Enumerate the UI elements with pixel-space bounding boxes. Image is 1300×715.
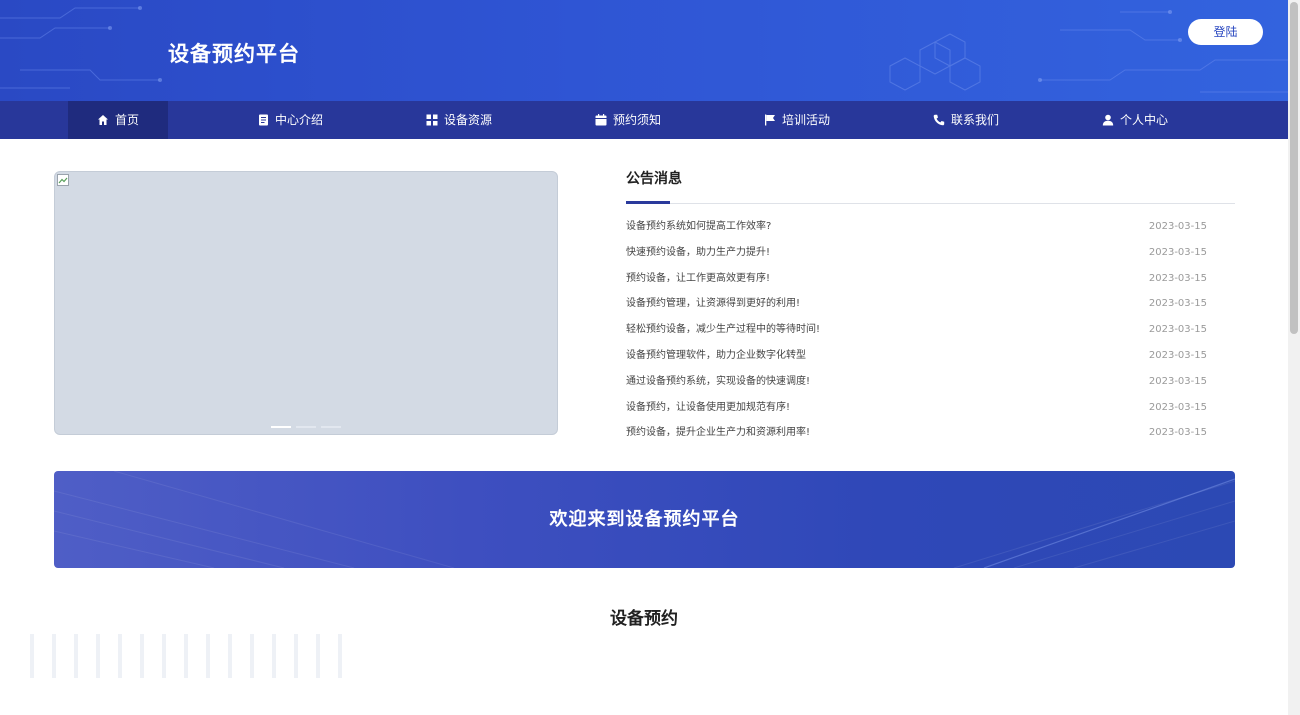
user-icon xyxy=(1102,114,1114,126)
list-item[interactable]: 通过设备预约系统，实现设备的快速调度! 2023-03-15 xyxy=(626,369,1235,395)
notice-panel: 公告消息 设备预约系统如何提高工作效率? 2023-03-15 快速预约设备，助… xyxy=(626,167,1235,446)
nav-item-home[interactable]: 首页 xyxy=(68,101,168,139)
flag-icon xyxy=(765,114,775,126)
nav-item-device-resources[interactable]: 设备资源 xyxy=(426,101,492,139)
nav-item-label: 培训活动 xyxy=(782,113,831,127)
notice-item-date: 2023-03-15 xyxy=(1148,246,1207,258)
list-item[interactable]: 设备预约，让设备使用更加规范有序! 2023-03-15 xyxy=(626,395,1235,421)
nav-item-label: 中心介绍 xyxy=(275,113,324,127)
carousel-dot[interactable] xyxy=(271,426,291,428)
carousel-indicators xyxy=(271,426,341,428)
welcome-banner: 欢迎来到设备预约平台 xyxy=(54,471,1235,568)
list-item[interactable]: 快速预约设备，助力生产力提升! 2023-03-15 xyxy=(626,240,1235,266)
notice-item-date: 2023-03-15 xyxy=(1148,401,1207,413)
nav-item-training[interactable]: 培训活动 xyxy=(764,101,830,139)
nav-item-booking-notice[interactable]: 预约须知 xyxy=(595,101,661,139)
notice-item-title: 设备预约系统如何提高工作效率? xyxy=(626,221,772,232)
site-header: 设备预约平台 登陆 xyxy=(0,0,1288,101)
grid-icon xyxy=(426,114,438,126)
nav-item-center-intro[interactable]: 中心介绍 xyxy=(258,101,323,139)
notice-item-title: 快速预约设备，助力生产力提升! xyxy=(626,246,771,258)
notice-title: 公告消息 xyxy=(626,171,682,187)
notice-item-title: 设备预约管理软件，助力企业数字化转型 xyxy=(626,349,806,361)
notice-item-title: 通过设备预约系统，实现设备的快速调度! xyxy=(626,375,811,387)
nav-item-label: 首页 xyxy=(114,113,139,127)
notice-item-date: 2023-03-15 xyxy=(1148,298,1207,310)
scrollbar-thumb[interactable] xyxy=(1290,2,1298,334)
image-carousel[interactable] xyxy=(54,171,558,435)
notice-title-underline xyxy=(626,201,670,204)
login-button[interactable]: 登陆 xyxy=(1188,19,1263,45)
nav-item-label: 预约须知 xyxy=(613,113,662,127)
notice-item-date: 2023-03-15 xyxy=(1148,221,1207,232)
welcome-text: 欢迎来到设备预约平台 xyxy=(549,509,740,530)
notice-divider xyxy=(626,191,1235,204)
nav-item-personal-center[interactable]: 个人中心 xyxy=(1102,101,1168,139)
list-item[interactable]: 设备预约系统如何提高工作效率? 2023-03-15 xyxy=(626,214,1235,240)
list-item[interactable]: 轻松预约设备，减少生产过程中的等待时间! 2023-03-15 xyxy=(626,317,1235,343)
notice-item-title: 设备预约，让设备使用更加规范有序! xyxy=(626,401,791,413)
home-icon xyxy=(97,115,108,125)
page-scrollbar[interactable] xyxy=(1288,0,1300,715)
nav-item-contact[interactable]: 联系我们 xyxy=(933,101,999,139)
nav-item-label: 联系我们 xyxy=(951,113,1000,127)
broken-image-icon xyxy=(57,174,69,186)
background-pattern xyxy=(30,634,342,678)
site-title: 设备预约平台 xyxy=(168,42,300,66)
list-item[interactable]: 预约设备，让工作更高效更有序! 2023-03-15 xyxy=(626,266,1235,292)
notice-list: 设备预约系统如何提高工作效率? 2023-03-15 快速预约设备，助力生产力提… xyxy=(626,214,1235,446)
carousel-dot[interactable] xyxy=(296,426,316,428)
nav-item-label: 设备资源 xyxy=(444,113,493,127)
notice-item-date: 2023-03-15 xyxy=(1148,324,1207,336)
notice-item-date: 2023-03-15 xyxy=(1148,375,1207,387)
calendar-icon xyxy=(595,114,607,126)
notice-item-title: 预约设备，让工作更高效更有序! xyxy=(626,272,771,284)
phone-icon xyxy=(933,114,945,126)
notice-item-date: 2023-03-15 xyxy=(1148,349,1207,361)
document-icon xyxy=(259,114,268,126)
list-item[interactable]: 设备预约管理软件，助力企业数字化转型 2023-03-15 xyxy=(626,343,1235,369)
section-title: 设备预约 xyxy=(610,609,678,629)
notice-item-title: 轻松预约设备，减少生产过程中的等待时间! xyxy=(626,324,821,336)
notice-item-date: 2023-03-15 xyxy=(1148,272,1207,284)
list-item[interactable]: 设备预约管理，让资源得到更好的利用! 2023-03-15 xyxy=(626,291,1235,317)
main-nav: 首页 中心介绍 设备资源 预约须知 培训活动 联系我们 个人中心 xyxy=(0,101,1288,139)
notice-item-title: 设备预约管理，让资源得到更好的利用! xyxy=(626,298,801,310)
nav-item-label: 个人中心 xyxy=(1120,113,1169,127)
notice-item-title: 预约设备，提升企业生产力和资源利用率! xyxy=(626,427,811,439)
notice-item-date: 2023-03-15 xyxy=(1148,427,1207,439)
carousel-dot[interactable] xyxy=(321,426,341,428)
list-item[interactable]: 预约设备，提升企业生产力和资源利用率! 2023-03-15 xyxy=(626,420,1235,446)
